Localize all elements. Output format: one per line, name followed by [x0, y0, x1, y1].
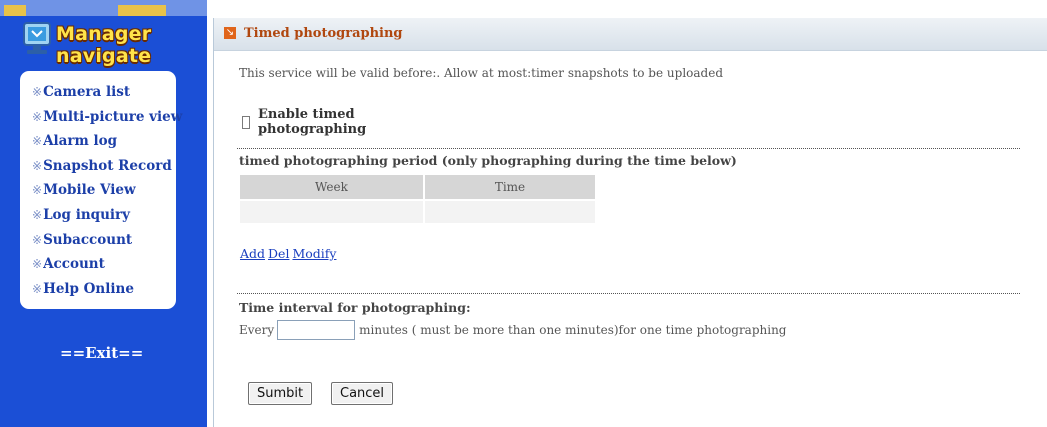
sidebar-item-subaccount[interactable]: ※Subaccount	[32, 231, 182, 256]
modify-link[interactable]: Modify	[292, 246, 336, 261]
table-cell-week	[240, 199, 424, 223]
sidebar-item-label: Log inquiry	[43, 206, 130, 223]
enable-timed-photographing-checkbox[interactable]	[242, 115, 250, 129]
minutes-input[interactable]	[277, 320, 356, 340]
panel-title-bar: ↘ Timed photographing	[214, 18, 1047, 51]
page-title: Timed photographing	[244, 26, 403, 41]
timed-photographing-panel: ↘ Timed photographing This service will …	[213, 18, 1047, 427]
interval-section-heading: Time interval for photographing:	[239, 300, 471, 315]
table-row[interactable]	[240, 199, 595, 223]
add-link[interactable]: Add	[240, 246, 265, 261]
bullet-icon: ※	[32, 134, 43, 149]
bullet-icon: ※	[32, 109, 43, 124]
exit-link[interactable]: ==Exit==	[60, 344, 143, 362]
sidebar-item-label: Alarm log	[43, 133, 118, 150]
column-header-time: Time	[422, 175, 595, 200]
sidebar-item-label: Multi-picture view	[43, 108, 183, 125]
sidebar-item-alarm-log[interactable]: ※Alarm log	[32, 132, 182, 157]
sidebar-item-mobile-view[interactable]: ※Mobile View	[32, 181, 182, 206]
sidebar-item-snapshot-record[interactable]: ※Snapshot Record	[32, 157, 182, 182]
manager-monitor-icon	[23, 22, 51, 54]
sidebar-item-multi-picture-view[interactable]: ※Multi-picture view	[32, 108, 182, 133]
interval-suffix: minutes ( must be more than one minutes)…	[359, 323, 787, 337]
bullet-icon: ※	[32, 232, 43, 247]
period-actions: Add Del Modify	[240, 246, 339, 261]
table-header-row: Week Time	[240, 175, 595, 200]
submit-button[interactable]: Sumbit	[248, 382, 313, 405]
bullet-icon: ※	[32, 85, 43, 99]
sidebar-item-label: Snapshot Record	[43, 157, 172, 174]
sidebar-item-account[interactable]: ※Account	[32, 255, 182, 280]
table-cell-time	[422, 199, 595, 223]
sidebar-menu: ※Camera list ※Multi-picture view ※Alarm …	[20, 71, 182, 309]
column-header-week: Week	[240, 175, 424, 200]
period-section-heading: timed photographing period (only phograp…	[239, 153, 737, 168]
bullet-icon: ※	[32, 257, 43, 272]
del-link[interactable]: Del	[268, 246, 289, 261]
bullet-icon: ※	[32, 207, 43, 222]
sidebar-item-label: Subaccount	[43, 231, 133, 248]
bullet-icon: ※	[32, 158, 43, 173]
cancel-button[interactable]: Cancel	[331, 382, 394, 405]
sidebar: Manager navigate ※Camera list ※Multi-pic…	[0, 0, 207, 427]
bullet-icon: ※	[32, 281, 43, 296]
enable-row: Enable timed photographing	[242, 107, 371, 137]
interval-prefix: Every	[239, 323, 275, 337]
sidebar-logo-text: Manager navigate	[56, 23, 152, 67]
top-strip-accent-left	[4, 5, 26, 16]
sidebar-item-log-inquiry[interactable]: ※Log inquiry	[32, 206, 182, 231]
sidebar-item-label: Account	[43, 256, 105, 273]
service-validity-text: This service will be valid before:. Allo…	[239, 66, 723, 80]
bullet-icon: ※	[32, 183, 43, 198]
sidebar-item-label: Camera list	[43, 84, 131, 100]
interval-row: Every minutes ( must be more than one mi…	[239, 320, 787, 340]
divider	[237, 293, 1020, 294]
arrow-box-icon: ↘	[224, 27, 236, 39]
sidebar-item-help-online[interactable]: ※Help Online	[32, 280, 182, 305]
sidebar-top-strip	[0, 0, 207, 16]
divider	[237, 148, 1020, 149]
enable-timed-photographing-label[interactable]: Enable timed photographing	[258, 107, 371, 137]
period-table: Week Time	[240, 175, 595, 223]
sidebar-item-label: Mobile View	[43, 182, 136, 199]
top-strip-accent-right	[118, 5, 166, 16]
sidebar-item-label: Help Online	[43, 280, 134, 297]
sidebar-item-camera-list[interactable]: ※Camera list	[32, 83, 182, 108]
